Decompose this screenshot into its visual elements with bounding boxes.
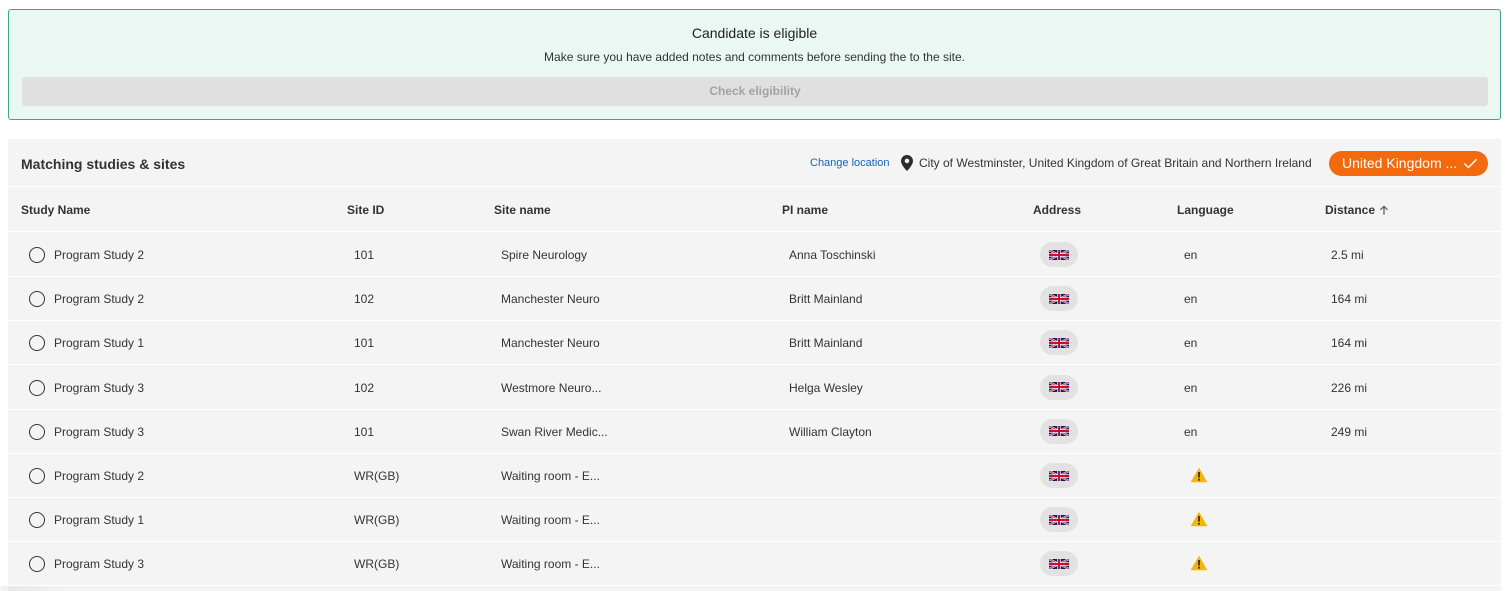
address-flag-button[interactable] <box>1040 374 1078 400</box>
cell-site-name: Manchester Neuro <box>501 336 600 351</box>
warning-icon <box>1190 467 1208 483</box>
header-address[interactable]: Address <box>1033 203 1081 217</box>
cell-distance: 164 mi <box>1331 292 1368 307</box>
cell-site-id: 102 <box>354 292 375 307</box>
cell-language: en <box>1184 424 1198 439</box>
change-location-link[interactable]: Change location <box>810 157 890 169</box>
corner-shadow <box>0 586 70 591</box>
header-study-name[interactable]: Study Name <box>21 203 90 217</box>
panel-header: Matching studies & sites Change location… <box>8 139 1501 187</box>
cell-pi-name: William Clayton <box>789 424 872 439</box>
cell-site-name: Waiting room - E... <box>501 469 600 483</box>
uk-flag-icon <box>1049 382 1069 393</box>
cell-pi-name: Britt Mainland <box>789 336 863 351</box>
cell-distance: 226 mi <box>1331 380 1368 395</box>
banner-subtitle: Make sure you have added notes and comme… <box>544 50 965 64</box>
table-row[interactable]: Program Study 2 101 Spire Neurology Anna To… <box>8 233 1501 277</box>
panel-title: Matching studies & sites <box>21 156 186 172</box>
header-site-name[interactable]: Site name <box>494 203 551 217</box>
address-flag-button[interactable] <box>1040 463 1078 488</box>
cell-site-id: WR(GB) <box>354 513 400 528</box>
check-eligibility-button[interactable]: Check eligibility <box>22 77 1488 106</box>
cell-site-name: Spire Neurology <box>501 248 588 262</box>
cell-pi-name: Anna Toschinski <box>789 248 876 262</box>
header-distance[interactable]: Distance <box>1325 203 1389 217</box>
row-select-radio[interactable] <box>29 291 45 308</box>
country-select-button[interactable]: United Kingdom ... <box>1329 151 1488 176</box>
cell-study-name: Program Study 1 <box>54 336 145 351</box>
uk-flag-icon <box>1049 514 1069 525</box>
cell-distance: 2.5 mi <box>1331 248 1364 262</box>
cell-language: en <box>1184 336 1198 351</box>
cell-study-name: Program Study 3 <box>54 424 145 439</box>
cell-language: en <box>1184 248 1198 262</box>
country-button-label: United Kingdom ... <box>1342 155 1458 171</box>
address-flag-button[interactable] <box>1040 286 1078 312</box>
row-select-radio[interactable] <box>29 379 45 396</box>
matching-studies-panel: Matching studies & sites Change location… <box>8 139 1501 591</box>
address-flag-button[interactable] <box>1040 330 1078 356</box>
cell-distance: 249 mi <box>1331 424 1368 439</box>
cell-site-name: Swan River Medic... <box>501 424 608 439</box>
cell-site-id: WR(GB) <box>354 469 400 483</box>
table-row[interactable]: Program Study 2 102 Manchester Neuro Britt … <box>8 277 1501 322</box>
uk-flag-icon <box>1049 249 1069 260</box>
address-flag-button[interactable] <box>1040 418 1078 444</box>
cell-site-name: Westmore Neuro... <box>501 380 602 395</box>
header-language[interactable]: Language <box>1177 203 1234 217</box>
cell-study-name: Program Study 3 <box>54 380 145 395</box>
location-text: City of Westminster, United Kingdom of G… <box>919 156 1312 170</box>
address-flag-button[interactable] <box>1040 551 1078 577</box>
row-select-radio[interactable] <box>29 468 45 484</box>
banner-title: Candidate is eligible <box>691 25 818 41</box>
cell-language: en <box>1184 292 1198 307</box>
address-flag-button[interactable] <box>1040 242 1078 267</box>
header-distance-label: Distance <box>1325 203 1376 217</box>
cell-site-id: 101 <box>354 248 375 262</box>
table-row[interactable]: Program Study 3 102 Westmore Neuro... Helga… <box>8 366 1501 410</box>
address-flag-button[interactable] <box>1040 507 1078 533</box>
checkmark-icon <box>1464 159 1477 169</box>
cell-site-id: 101 <box>354 424 375 439</box>
uk-flag-icon <box>1049 337 1069 348</box>
cell-site-name: Waiting room - E... <box>501 513 600 528</box>
cell-site-id: 101 <box>354 336 375 351</box>
warning-icon <box>1190 556 1208 571</box>
table-row[interactable]: Program Study 2 WR(GB) Waiting room - E... <box>8 454 1501 498</box>
current-location: City of Westminster, United Kingdom of G… <box>901 155 1312 171</box>
table-row[interactable]: Program Study 1 101 Manchester Neuro Britt … <box>8 321 1501 366</box>
table-row[interactable]: Program Study 3 WR(GB) Waiting room - E... <box>8 542 1501 587</box>
table-header: Study Name Site ID Site name PI name Add… <box>8 188 1501 232</box>
eligibility-banner: Candidate is eligible Make sure you have… <box>8 9 1501 120</box>
cell-site-id: 102 <box>354 380 375 395</box>
uk-flag-icon <box>1049 293 1069 304</box>
cell-site-name: Manchester Neuro <box>501 292 600 307</box>
cell-study-name: Program Study 2 <box>54 469 145 483</box>
row-select-radio[interactable] <box>29 335 45 352</box>
cell-distance: 164 mi <box>1331 336 1368 351</box>
row-select-radio[interactable] <box>29 423 45 440</box>
row-select-radio[interactable] <box>29 247 45 263</box>
header-site-id[interactable]: Site ID <box>347 203 384 217</box>
cell-study-name: Program Study 1 <box>54 513 145 528</box>
cell-site-id: WR(GB) <box>354 557 400 572</box>
map-pin-icon <box>901 155 913 171</box>
cell-site-name: Waiting room - E... <box>501 557 600 572</box>
warning-icon <box>1190 511 1208 527</box>
arrow-up-icon <box>1380 205 1388 215</box>
cell-study-name: Program Study 2 <box>54 292 145 307</box>
cell-study-name: Program Study 3 <box>54 557 145 572</box>
cell-study-name: Program Study 2 <box>54 248 145 262</box>
uk-flag-icon <box>1049 558 1069 569</box>
row-select-radio[interactable] <box>29 556 45 573</box>
cell-pi-name: Britt Mainland <box>789 292 863 307</box>
cell-language: en <box>1184 380 1198 395</box>
cell-pi-name: Helga Wesley <box>789 380 863 395</box>
table-row[interactable]: Program Study 3 101 Swan River Medic... Wil… <box>8 410 1501 454</box>
table-row[interactable]: Program Study 1 WR(GB) Waiting room - E... <box>8 498 1501 543</box>
uk-flag-icon <box>1049 470 1069 481</box>
header-pi-name[interactable]: PI name <box>782 203 828 217</box>
row-select-radio[interactable] <box>29 512 45 529</box>
uk-flag-icon <box>1049 426 1069 437</box>
